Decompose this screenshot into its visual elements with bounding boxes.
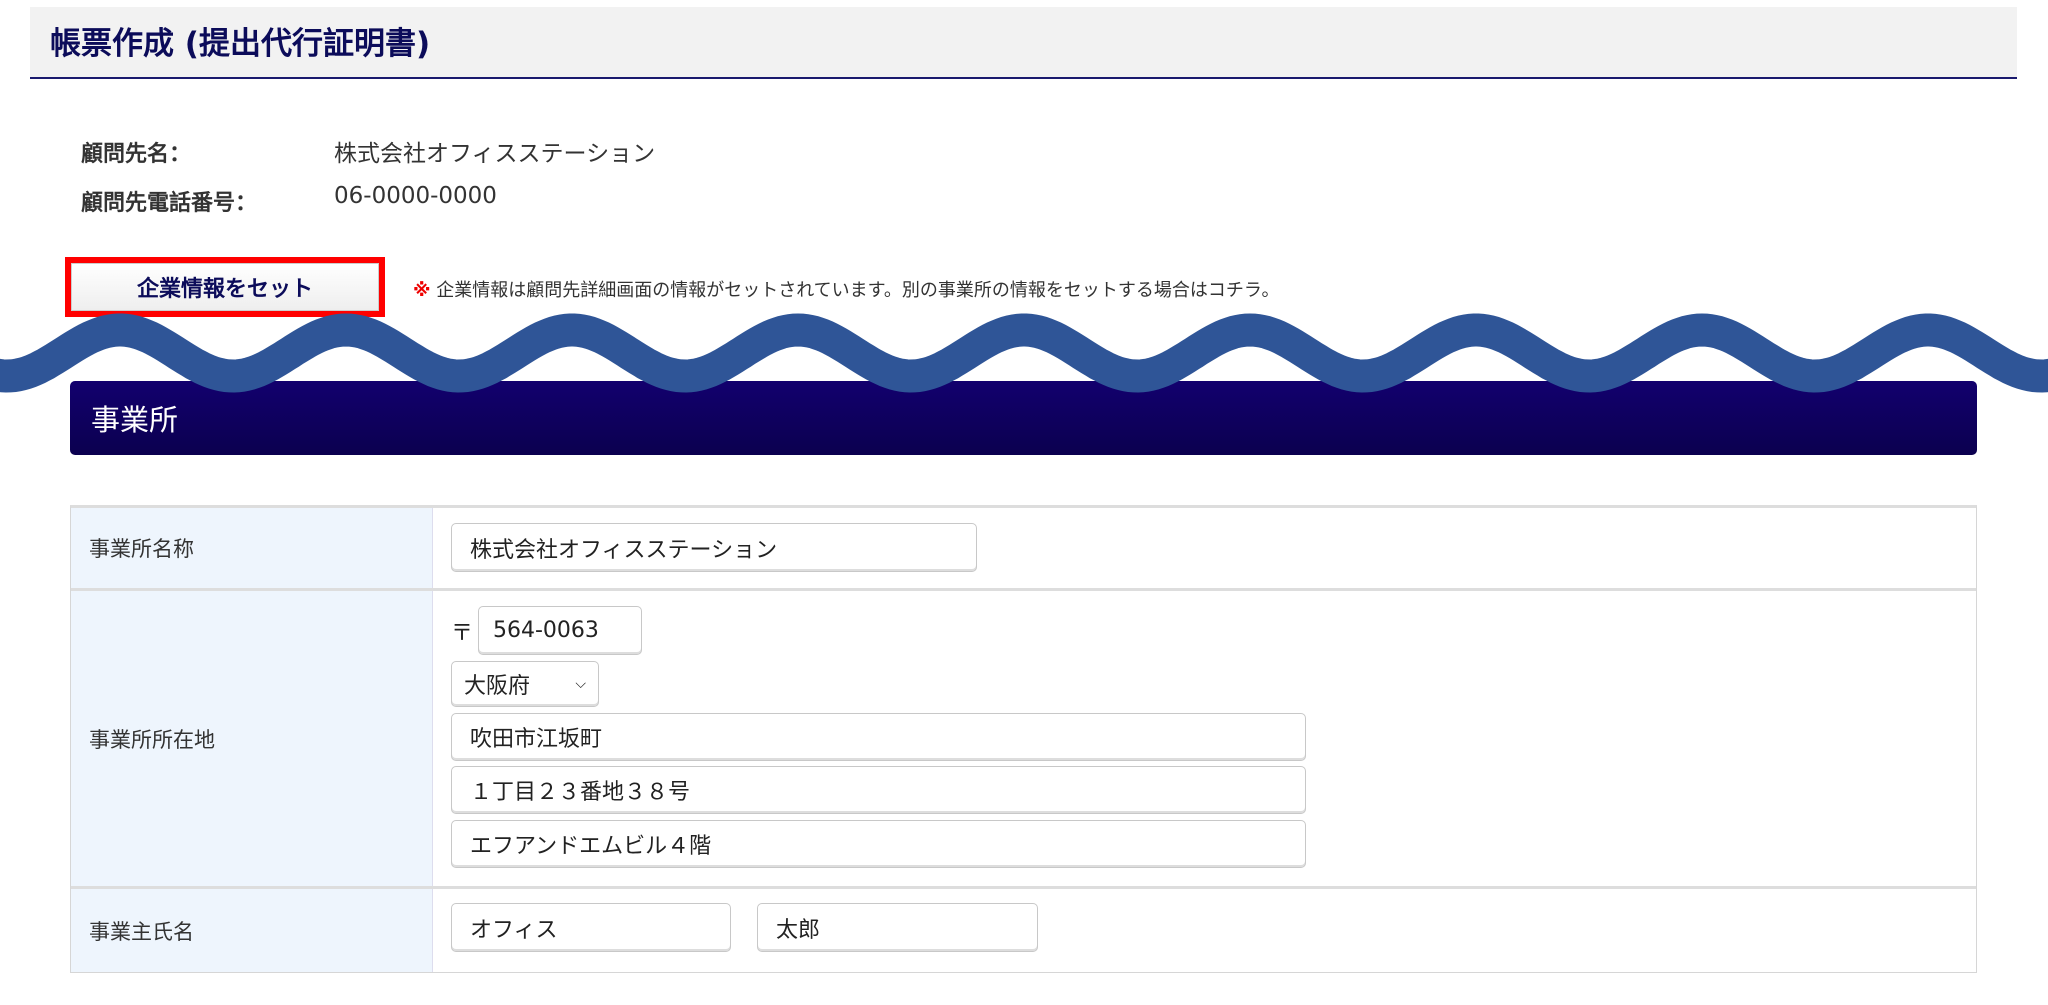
owner-last-name-input[interactable]: オフィス: [451, 903, 731, 952]
info-note: ※ 企業情報は顧問先詳細画面の情報がセットされています。別の事業所の情報をセット…: [413, 276, 1280, 302]
address-line2-input[interactable]: １丁目２３番地３８号: [451, 766, 1306, 814]
row-office-name: 事業所名称 株式会社オフィスステーション: [71, 508, 1976, 591]
wave-decoration: [0, 313, 2048, 393]
client-phone-label: 顧問先電話番号：: [81, 191, 258, 216]
page-title: 帳票作成 (提出代行証明書): [50, 26, 431, 62]
postal-code-input[interactable]: 564-0063: [478, 606, 642, 655]
postal-mark: 〒: [451, 621, 474, 646]
office-name-input[interactable]: 株式会社オフィスステーション: [451, 523, 977, 572]
address-line3-input[interactable]: エフアンドエムビル４階: [451, 820, 1306, 868]
office-name-label: 事業所名称: [71, 508, 433, 588]
note-mark: ※: [413, 280, 431, 301]
client-name-value: 株式会社オフィスステーション: [334, 141, 656, 167]
row-office-address: 事業所所在地 〒 564-0063 大阪府 ⌵ 吹田市江坂町 １丁目２３番地３８号…: [71, 591, 1976, 889]
prefecture-select[interactable]: 大阪府 ⌵: [451, 661, 599, 707]
prefecture-value: 大阪府: [464, 674, 531, 699]
note-text: 企業情報は顧問先詳細画面の情報がセットされています。別の事業所の情報をセットする…: [430, 280, 1280, 301]
chevron-down-icon: ⌵: [575, 676, 586, 692]
client-phone-value: 06-0000-0000: [334, 183, 497, 209]
row-owner-name: 事業主氏名 オフィス 太郎: [71, 889, 1976, 972]
owner-first-name-input[interactable]: 太郎: [757, 903, 1038, 952]
office-address-label: 事業所所在地: [71, 591, 433, 886]
office-form-table: 事業所名称 株式会社オフィスステーション 事業所所在地 〒 564-0063 大…: [70, 505, 1977, 973]
owner-name-label: 事業主氏名: [71, 889, 433, 972]
wave-line: [0, 313, 2048, 393]
address-line1-input[interactable]: 吹田市江坂町: [451, 713, 1306, 761]
client-name-label: 顧問先名：: [81, 142, 192, 167]
